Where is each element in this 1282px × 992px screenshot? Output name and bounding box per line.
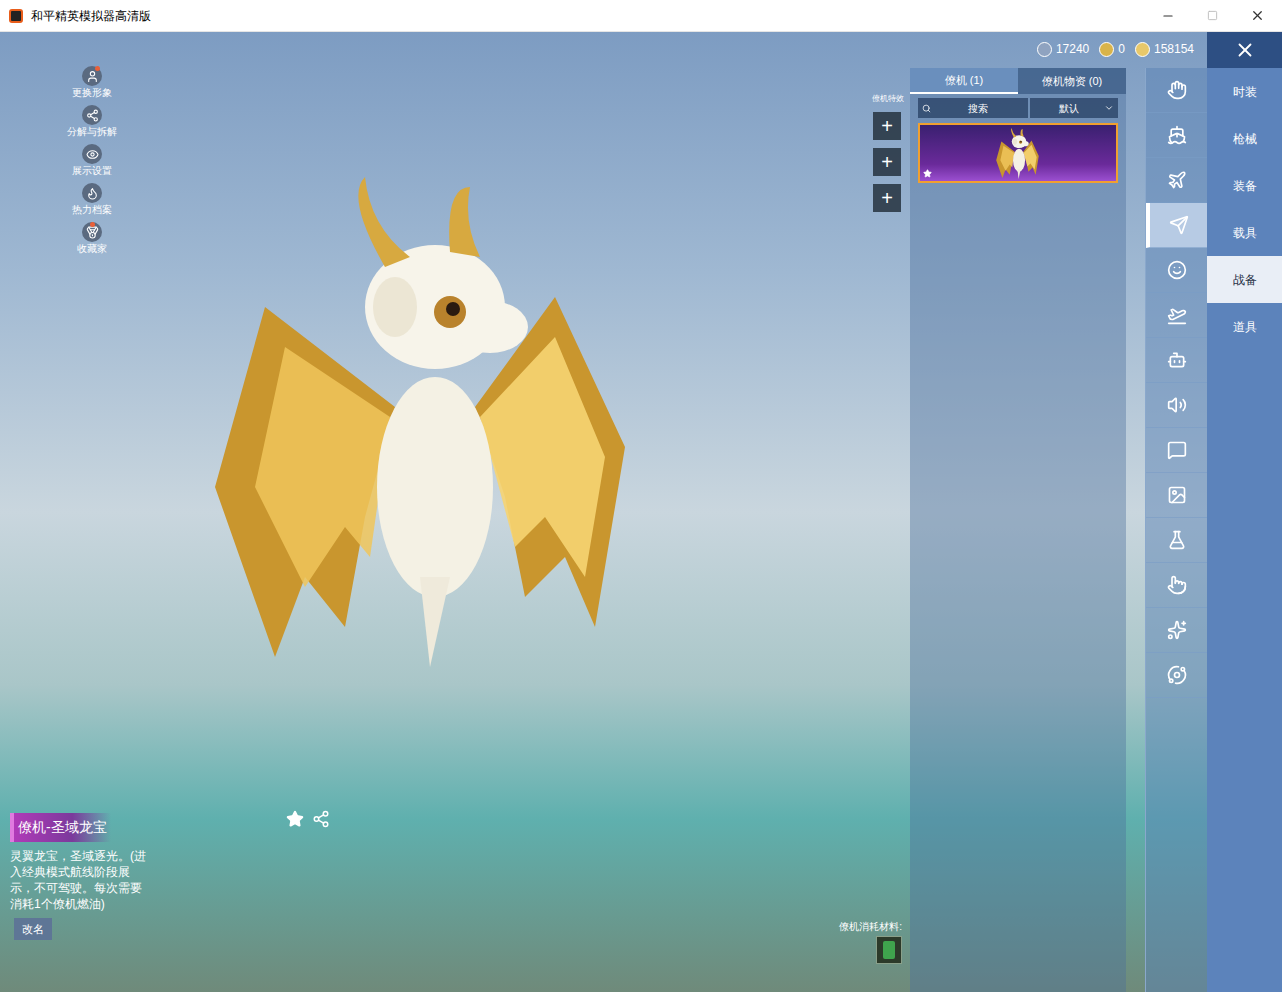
app-window: 和平精英模拟器高清版 17240 0 158154 更换形象分解与拆解展示设置热力档案收…	[0, 0, 1282, 992]
close-window-icon[interactable]	[1250, 8, 1265, 23]
maximize-icon[interactable]	[1207, 10, 1218, 21]
category-item[interactable]: 时装	[1207, 68, 1282, 115]
category-column: 时装枪械装备载具战备道具	[1207, 32, 1282, 992]
icon-nav-item[interactable]	[1146, 563, 1207, 608]
icon-nav-item[interactable]	[1146, 608, 1207, 653]
icon-nav-item[interactable]	[1146, 293, 1207, 338]
title-bar: 和平精英模拟器高清版	[0, 0, 1282, 32]
category-icon	[1167, 350, 1187, 370]
rename-button[interactable]: 改名	[14, 918, 52, 941]
icon-nav-item[interactable]	[1146, 428, 1207, 473]
category-icon	[1167, 80, 1187, 100]
coin-icon	[1037, 42, 1052, 57]
category-icon	[1169, 215, 1189, 235]
badge-dot	[95, 66, 100, 71]
dragon-figure	[195, 157, 655, 677]
favorite-marker-icon	[923, 169, 932, 178]
category-icon	[1167, 665, 1187, 685]
dragon-thumbnail-icon	[991, 126, 1045, 180]
icon-nav-item[interactable]	[1146, 113, 1207, 158]
category-icon	[1167, 620, 1187, 640]
effect-add-button[interactable]: +	[873, 112, 901, 140]
share-icon[interactable]	[312, 810, 330, 828]
coin-icon	[1099, 42, 1114, 57]
menu-icon	[86, 226, 99, 239]
icon-nav-item[interactable]	[1146, 248, 1207, 293]
effect-add-button[interactable]: +	[873, 148, 901, 176]
app-logo-icon	[9, 9, 23, 23]
currency: 158154	[1135, 40, 1194, 58]
currency: 17240	[1037, 40, 1089, 58]
currency: 0	[1099, 40, 1125, 58]
window-title: 和平精英模拟器高清版	[31, 7, 1145, 25]
panel-tab[interactable]: 僚机 (1)	[910, 68, 1018, 94]
left-menu-item[interactable]: 更换形象	[72, 66, 112, 99]
close-icon[interactable]	[1234, 39, 1256, 61]
game-scene: 172400158154更换形象分解与拆解展示设置热力档案收藏家僚机特效+++僚…	[0, 32, 1282, 992]
category-item[interactable]: 道具	[1207, 303, 1282, 350]
category-icon	[1167, 440, 1187, 460]
category-item[interactable]: 战备	[1207, 256, 1282, 303]
category-icon	[1167, 395, 1187, 415]
category-icon	[1167, 530, 1187, 550]
favorite-icon[interactable]	[286, 810, 304, 828]
category-icon	[1167, 125, 1187, 145]
icon-nav-item[interactable]	[1146, 473, 1207, 518]
menu-icon	[86, 109, 99, 122]
category-item[interactable]: 装备	[1207, 162, 1282, 209]
search-icon	[922, 104, 931, 113]
currency-bar: 17240 0 158154	[1037, 40, 1194, 58]
item-card[interactable]	[918, 123, 1118, 183]
left-menu: 更换形象分解与拆解展示设置热力档案收藏家	[62, 66, 122, 255]
effects-column: 僚机特效+++	[872, 94, 904, 212]
menu-icon	[86, 70, 99, 83]
effect-add-button[interactable]: +	[873, 184, 901, 212]
category-icon	[1167, 260, 1187, 280]
category-item[interactable]: 枪械	[1207, 115, 1282, 162]
icon-nav-item[interactable]	[1146, 158, 1207, 203]
sort-dropdown[interactable]: 默认	[1030, 98, 1118, 118]
item-description: 灵翼龙宝，圣域逐光。(进入经典模式航线阶段展示，不可驾驶。每次需要消耗1个僚机燃…	[10, 848, 150, 912]
menu-icon	[86, 148, 99, 161]
icon-nav-item[interactable]	[1146, 203, 1207, 248]
left-menu-item[interactable]: 热力档案	[72, 183, 112, 216]
chevron-down-icon	[1104, 103, 1114, 113]
item-panel: 僚机 (1)僚机物资 (0) 搜索默认	[910, 68, 1126, 992]
panel-tab[interactable]: 僚机物资 (0)	[1018, 68, 1126, 94]
category-icon	[1167, 170, 1187, 190]
left-menu-item[interactable]: 分解与拆解	[67, 105, 117, 138]
search-field[interactable]: 搜索	[918, 98, 1028, 118]
category-icon	[1167, 485, 1187, 505]
category-icon	[1167, 305, 1187, 325]
item-name: 僚机-圣域龙宝	[10, 813, 111, 842]
icon-nav-item[interactable]	[1146, 518, 1207, 563]
icon-nav-item[interactable]	[1146, 338, 1207, 383]
left-menu-item[interactable]: 展示设置	[72, 144, 112, 177]
category-item[interactable]: 载具	[1207, 209, 1282, 256]
icon-nav	[1145, 68, 1207, 992]
icon-nav-item[interactable]	[1146, 68, 1207, 113]
coin-icon	[1135, 42, 1150, 57]
badge-dot	[90, 222, 95, 227]
icon-nav-item[interactable]	[1146, 383, 1207, 428]
scene-area: 更换形象分解与拆解展示设置热力档案收藏家僚机特效+++僚机-圣域龙宝灵翼龙宝，圣…	[0, 32, 910, 992]
left-menu-item[interactable]: 收藏家	[77, 222, 107, 255]
menu-icon	[86, 187, 99, 200]
item-info: 僚机-圣域龙宝灵翼龙宝，圣域逐光。(进入经典模式航线阶段展示，不可驾驶。每次需要…	[10, 813, 160, 941]
minimize-icon[interactable]	[1161, 9, 1175, 23]
icon-nav-item[interactable]	[1146, 653, 1207, 698]
panel-tabs: 僚机 (1)僚机物资 (0)	[910, 68, 1126, 94]
fuel-item-icon[interactable]	[876, 936, 902, 964]
category-icon	[1167, 575, 1187, 595]
materials: 僚机消耗材料:	[839, 919, 902, 964]
